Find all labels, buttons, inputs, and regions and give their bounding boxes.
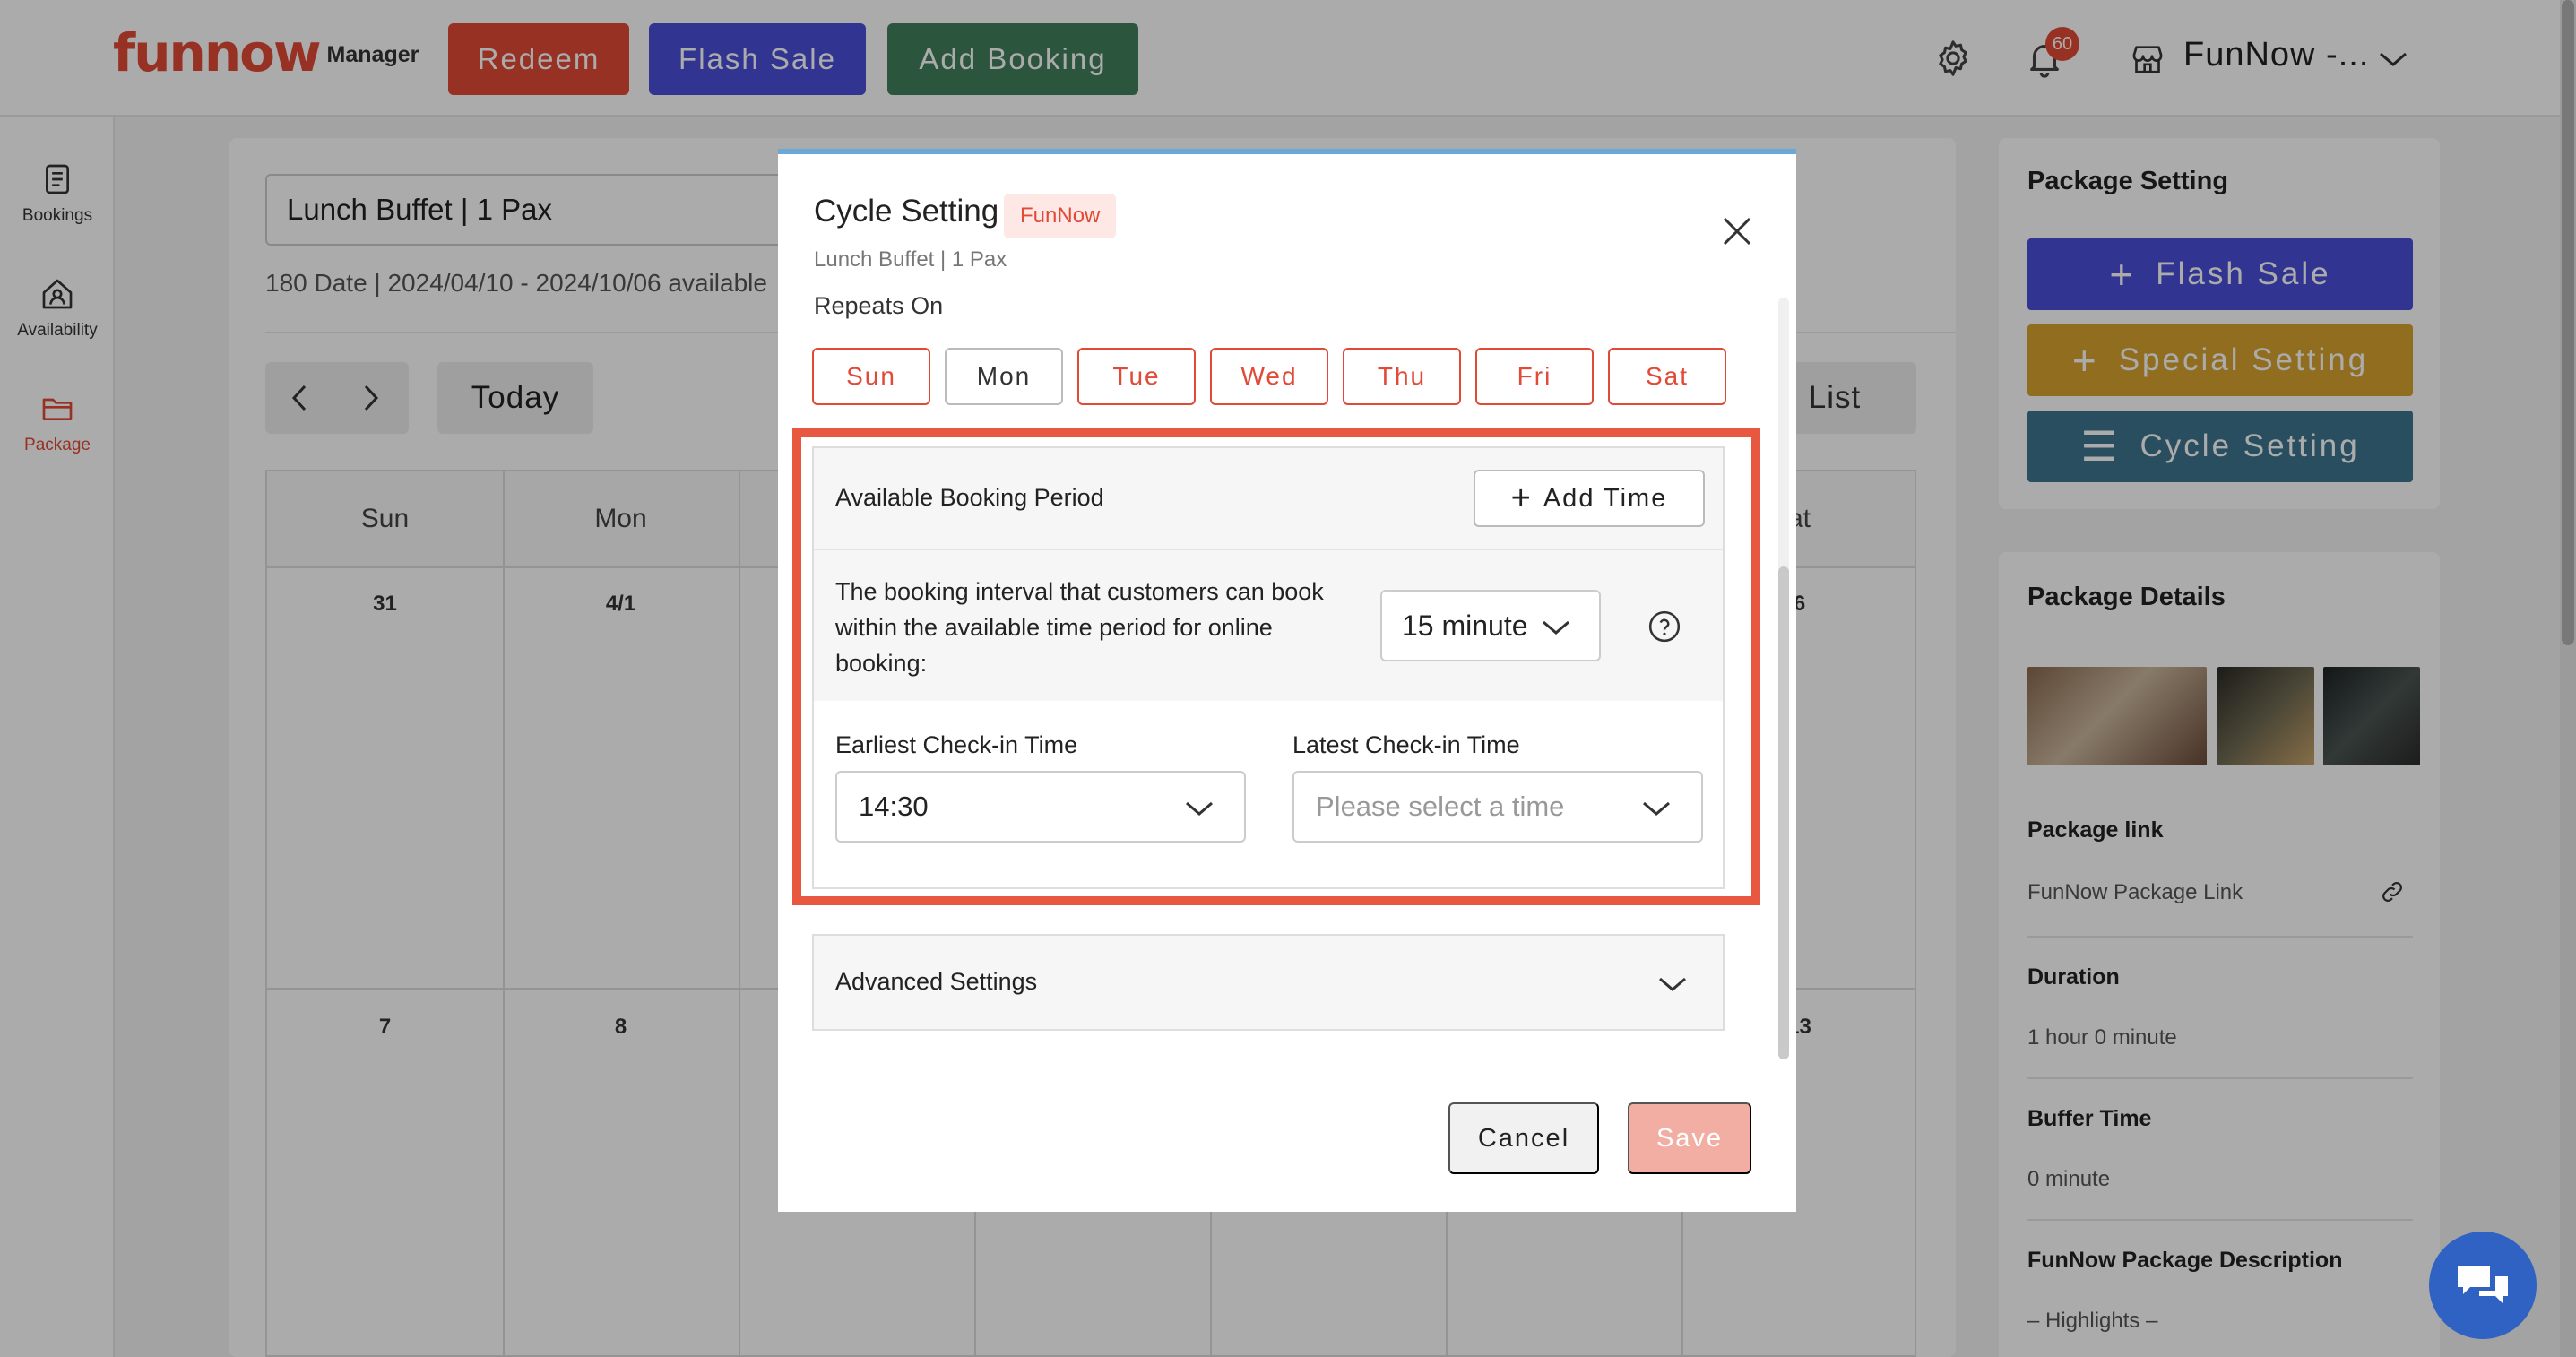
- close-icon[interactable]: [1719, 213, 1755, 249]
- advanced-settings-accordion[interactable]: Advanced Settings: [812, 934, 1725, 1031]
- modal-subtitle: Lunch Buffet | 1 Pax: [814, 247, 1007, 272]
- modal-scrollbar-thumb[interactable]: [1778, 566, 1789, 1059]
- cancel-button[interactable]: Cancel: [1448, 1102, 1599, 1174]
- modal-badge: FunNow: [1004, 194, 1117, 238]
- day-toggle-thu[interactable]: Thu: [1343, 348, 1461, 405]
- save-button[interactable]: Save: [1628, 1102, 1751, 1174]
- day-toggle-fri[interactable]: Fri: [1475, 348, 1594, 405]
- chat-support-button[interactable]: [2429, 1232, 2537, 1339]
- modal-title: Cycle Setting: [814, 194, 999, 229]
- day-toggle-mon[interactable]: Mon: [945, 348, 1063, 405]
- chat-icon: [2458, 1266, 2508, 1303]
- cycle-setting-modal: Cycle Setting FunNow Lunch Buffet | 1 Pa…: [778, 149, 1796, 1212]
- day-toggle-tue[interactable]: Tue: [1077, 348, 1196, 405]
- day-toggle-wed[interactable]: Wed: [1210, 348, 1328, 405]
- day-toggle-sat[interactable]: Sat: [1608, 348, 1726, 405]
- chevron-down-icon: [1659, 977, 1686, 991]
- day-toggle-sun[interactable]: Sun: [812, 348, 930, 405]
- repeats-on-label: Repeats On: [814, 292, 944, 319]
- advanced-settings-label: Advanced Settings: [835, 968, 1038, 995]
- highlight-annotation-box: [792, 428, 1760, 905]
